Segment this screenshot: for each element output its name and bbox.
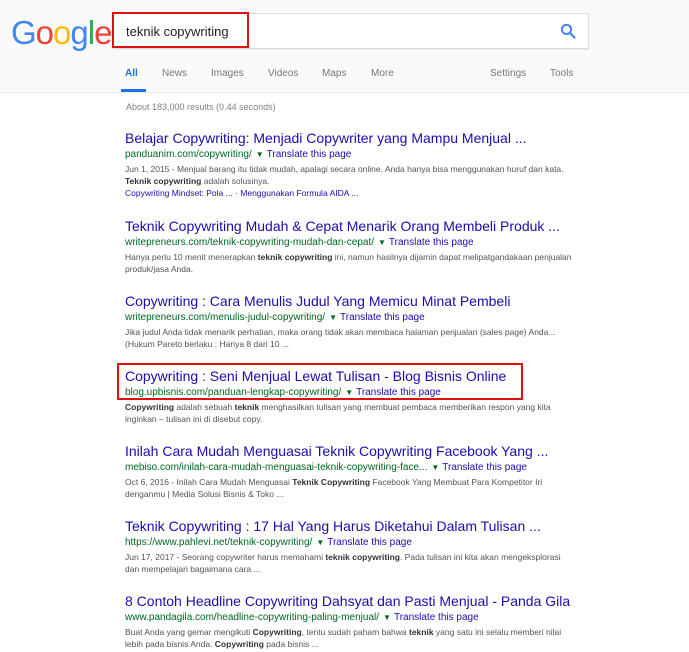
translate-link[interactable]: Translate this page [394, 612, 479, 623]
translate-link[interactable]: Translate this page [389, 237, 474, 248]
translate-link[interactable]: Translate this page [267, 149, 352, 160]
snippet-keyword: teknik copywriting [257, 252, 333, 262]
settings-link[interactable]: Settings [490, 68, 526, 79]
search-result: Teknik Copywriting : 17 Hal Yang Harus D… [125, 518, 585, 575]
active-tab-indicator [121, 89, 146, 92]
translate-link[interactable]: Translate this page [340, 312, 425, 323]
result-title[interactable]: 8 Contoh Headline Copywriting Dahsyat da… [125, 593, 585, 610]
result-url-line: writepreneurs.com/menulis-judul-copywrit… [125, 311, 585, 324]
result-url: writepreneurs.com/teknik-copywriting-mud… [125, 237, 374, 248]
tab-all[interactable]: All [125, 68, 138, 79]
tab-videos[interactable]: Videos [268, 68, 298, 79]
snippet-text: , tentu sudah paham bahwa [301, 627, 409, 637]
snippet-text: Jun 17, 2017 - Seorang copywriter harus … [125, 552, 326, 562]
search-result: Copywriting : Cara Menulis Judul Yang Me… [125, 293, 585, 350]
tools-link[interactable]: Tools [550, 68, 573, 79]
snippet-keyword: teknik [408, 627, 434, 637]
result-title[interactable]: Inilah Cara Mudah Menguasai Teknik Copyw… [125, 443, 585, 460]
dropdown-caret-icon[interactable]: ▼ [431, 461, 439, 474]
translate-link[interactable]: Translate this page [442, 462, 527, 473]
result-stats: About 183,000 results (0.44 seconds) [126, 102, 276, 112]
search-tabs: All News Images Videos Maps More Setting… [0, 66, 689, 92]
logo-letter: o [53, 14, 71, 51]
search-result: Teknik Copywriting Mudah & Cepat Menarik… [125, 218, 585, 275]
snippet-text: Jun 1, 2015 - Menjual barang itu tidak m… [125, 164, 564, 174]
result-snippet: Oct 6, 2016 - Inilah Cara Mudah Menguasa… [125, 476, 575, 500]
tab-news[interactable]: News [162, 68, 187, 79]
result-title[interactable]: Belajar Copywriting: Menjadi Copywriter … [125, 130, 585, 147]
dropdown-caret-icon[interactable]: ▼ [378, 236, 386, 249]
dropdown-caret-icon[interactable]: ▼ [329, 311, 337, 324]
snippet-keyword: Teknik copywriting [125, 176, 202, 186]
tab-images[interactable]: Images [211, 68, 244, 79]
dropdown-caret-icon[interactable]: ▼ [316, 536, 324, 549]
snippet-text: Oct 6, 2016 - Inilah Cara Mudah Menguasa… [125, 477, 293, 487]
result-snippet: Hanya perlu 10 menit menerapkan teknik c… [125, 251, 575, 275]
snippet-keyword: Teknik Copywriting [292, 477, 371, 487]
snippet-text: pada bisnis ... [263, 639, 319, 649]
dropdown-caret-icon[interactable]: ▼ [256, 148, 264, 161]
search-icon[interactable] [560, 23, 576, 39]
result-snippet: Copywriting adalah sebuah teknik menghas… [125, 401, 575, 425]
result-url-line: https://www.pahlevi.net/teknik-copywriti… [125, 536, 585, 549]
result-url-line: panduanim.com/copywriting/ ▼ Translate thi… [125, 148, 585, 161]
logo-letter: e [94, 14, 112, 51]
logo-letter: o [35, 14, 54, 51]
search-result: Inilah Cara Mudah Menguasai Teknik Copyw… [125, 443, 585, 500]
snippet-text: Hanya perlu 10 menit menerapkan [125, 252, 258, 262]
result-snippet: Jun 1, 2015 - Menjual barang itu tidak m… [125, 163, 575, 187]
snippet-keyword: Copywriting [125, 402, 175, 412]
result-snippet: Jun 17, 2017 - Seorang copywriter harus … [125, 551, 575, 575]
result-title[interactable]: Copywriting : Cara Menulis Judul Yang Me… [125, 293, 585, 310]
snippet-keyword: teknik copywriting [325, 552, 400, 562]
result-url-line: www.pandagila.com/headline-copywriting-p… [125, 611, 585, 624]
logo-letter: g [70, 14, 88, 51]
result-url: writepreneurs.com/menulis-judul-copywrit… [125, 312, 326, 323]
google-logo[interactable]: Google [11, 14, 112, 52]
search-highlight-box [112, 12, 249, 48]
snippet-keyword: teknik [234, 402, 260, 412]
result-url: www.pandagila.com/headline-copywriting-p… [125, 612, 380, 623]
result-snippet: Buat Anda yang gemar mengikuti Copywriti… [125, 626, 575, 650]
result-title[interactable]: Teknik Copywriting Mudah & Cepat Menarik… [125, 218, 585, 235]
result-snippet: Jika judul Anda tidak menarik perhatian,… [125, 326, 575, 350]
result-url: https://www.pahlevi.net/teknik-copywriti… [125, 537, 313, 548]
result-url: panduanim.com/copywriting/ [125, 149, 252, 160]
tab-more[interactable]: More [371, 68, 394, 79]
result-url-line: mebiso.com/inilah-cara-mudah-menguasai-t… [125, 461, 585, 474]
snippet-text: Jika judul Anda tidak menarik perhatian,… [125, 327, 556, 349]
snippet-text: adalah solusinya. [201, 176, 270, 186]
result-url: mebiso.com/inilah-cara-mudah-menguasai-t… [125, 462, 428, 473]
logo-letter: G [11, 14, 37, 51]
translate-link[interactable]: Translate this page [327, 537, 412, 548]
result-url-line: writepreneurs.com/teknik-copywriting-mud… [125, 236, 585, 249]
search-result: 8 Contoh Headline Copywriting Dahsyat da… [125, 593, 585, 650]
search-result: Belajar Copywriting: Menjadi Copywriter … [125, 130, 585, 199]
snippet-text: Buat Anda yang gemar mengikuti [125, 627, 253, 637]
tab-maps[interactable]: Maps [322, 68, 346, 79]
snippet-keyword: Copywriting [252, 627, 302, 637]
dropdown-caret-icon[interactable]: ▼ [383, 611, 391, 624]
result-highlight-box [117, 363, 523, 400]
snippet-keyword: Copywriting [214, 639, 264, 649]
result-sitelinks[interactable]: Copywriting Mindset: Pola ... · Mengguna… [125, 187, 585, 199]
snippet-text: adalah sebuah [174, 402, 235, 412]
result-title[interactable]: Teknik Copywriting : 17 Hal Yang Harus D… [125, 518, 585, 535]
